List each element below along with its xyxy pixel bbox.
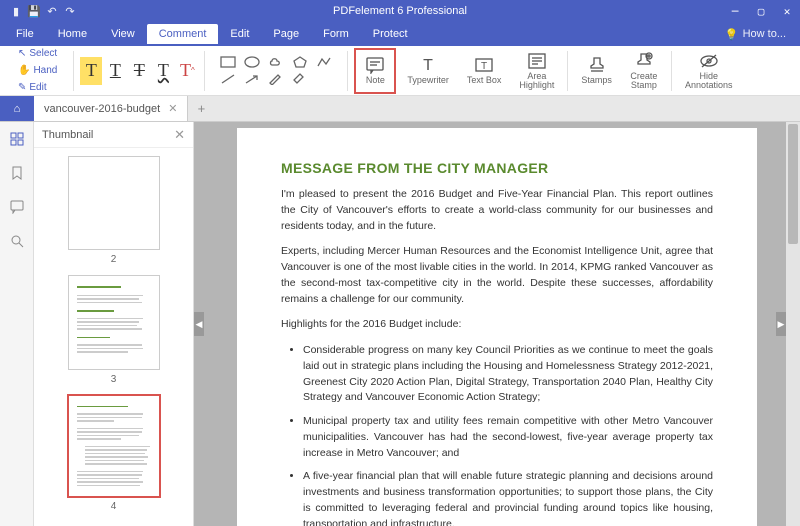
app-icon: ▮ [10, 5, 22, 17]
vertical-scrollbar[interactable] [786, 122, 800, 526]
underline-tool[interactable]: T [104, 57, 126, 85]
doc-bullet: Municipal property tax and utility fees … [303, 414, 713, 461]
pencil-icon: ✎ [18, 82, 26, 93]
doc-paragraph: I'm pleased to present the 2016 Budget a… [281, 187, 713, 234]
home-tab[interactable]: ⌂ [0, 96, 34, 121]
note-icon [365, 56, 385, 74]
arrow-shape[interactable] [241, 72, 263, 87]
svg-text:T: T [481, 61, 487, 72]
sidebar-bookmarks[interactable] [8, 164, 26, 182]
menu-comment[interactable]: Comment [147, 24, 219, 44]
svg-text:T: T [423, 57, 433, 74]
menu-protect[interactable]: Protect [361, 24, 420, 44]
doc-paragraph: Highlights for the 2016 Budget include: [281, 317, 713, 333]
doc-bullet: Considerable progress on many key Counci… [303, 343, 713, 406]
undo-icon[interactable]: ↶ [46, 5, 58, 17]
pencil-tool[interactable] [265, 72, 287, 87]
textbox-tool[interactable]: T Text Box [460, 48, 509, 94]
line-shape[interactable] [217, 72, 239, 87]
caret-tool[interactable]: T^ [176, 57, 198, 85]
hand-tool[interactable]: ✋Hand [14, 63, 61, 78]
thumbnail-page-2[interactable] [68, 156, 160, 250]
scrollbar-thumb[interactable] [788, 124, 798, 244]
edit-tool[interactable]: ✎Edit [14, 80, 61, 95]
how-to-link[interactable]: 💡 How to... [715, 28, 796, 41]
typewriter-tool[interactable]: T Typewriter [400, 48, 456, 94]
rectangle-shape[interactable] [217, 55, 239, 70]
ribbon: ↖Select ✋Hand ✎Edit T T T T T^ Note T T [0, 46, 800, 96]
document-page: MESSAGE FROM THE CITY MANAGER I'm please… [237, 128, 757, 526]
menu-view[interactable]: View [99, 24, 147, 44]
connected-lines-shape[interactable] [313, 55, 335, 70]
lightbulb-icon: 💡 [725, 28, 739, 41]
close-tab-icon[interactable]: ✕ [168, 102, 177, 115]
eraser-tool[interactable] [289, 72, 311, 87]
select-tool[interactable]: ↖Select [14, 46, 61, 61]
stamp-icon [587, 56, 607, 74]
document-viewer[interactable]: ◀ MESSAGE FROM THE CITY MANAGER I'm plea… [194, 122, 800, 526]
prev-page-arrow[interactable]: ◀ [194, 312, 204, 336]
strikethrough-tool[interactable]: T [128, 57, 150, 85]
workspace: Thumbnail ✕ 2 3 [0, 122, 800, 526]
redo-icon[interactable]: ↷ [64, 5, 76, 17]
textbox-icon: T [474, 56, 494, 74]
area-highlight-tool[interactable]: Area Highlight [512, 48, 561, 94]
close-button[interactable]: ✕ [774, 0, 800, 22]
home-icon: ⌂ [14, 103, 21, 115]
hand-icon: ✋ [18, 65, 30, 76]
polygon-shape[interactable] [289, 55, 311, 70]
sidebar-comments[interactable] [8, 198, 26, 216]
menu-home[interactable]: Home [46, 24, 99, 44]
save-icon[interactable]: 💾 [28, 5, 40, 17]
menu-page[interactable]: Page [261, 24, 311, 44]
menu-edit[interactable]: Edit [218, 24, 261, 44]
create-stamp-icon [634, 52, 654, 70]
hide-annotations-tool[interactable]: Hide Annotations [678, 48, 740, 94]
doc-bullet: A five-year financial plan that will ena… [303, 469, 713, 526]
oval-shape[interactable] [241, 55, 263, 70]
thumbnail-list[interactable]: 2 3 [34, 148, 193, 526]
hide-icon [698, 52, 720, 70]
thumbnail-page-3[interactable] [68, 275, 160, 369]
typewriter-icon: T [418, 56, 438, 74]
cursor-icon: ↖ [18, 48, 26, 59]
minimize-button[interactable]: ─ [722, 0, 748, 22]
menu-form[interactable]: Form [311, 24, 361, 44]
menu-file[interactable]: File [4, 24, 46, 44]
area-highlight-icon [527, 52, 547, 70]
title-bar: ▮ 💾 ↶ ↷ PDFelement 6 Professional ─ ▢ ✕ [0, 0, 800, 22]
left-sidebar [0, 122, 34, 526]
sidebar-thumbnails[interactable] [8, 130, 26, 148]
next-page-arrow[interactable]: ▶ [776, 312, 786, 336]
thumbnail-panel: Thumbnail ✕ 2 3 [34, 122, 194, 526]
stamps-tool[interactable]: Stamps [574, 48, 619, 94]
cloud-shape[interactable] [265, 55, 287, 70]
sidebar-search[interactable] [8, 232, 26, 250]
thumbnail-page-4[interactable] [68, 395, 160, 498]
doc-heading: MESSAGE FROM THE CITY MANAGER [281, 158, 713, 179]
squiggly-tool[interactable]: T [152, 57, 174, 85]
thumbnail-panel-title: Thumbnail [42, 129, 93, 141]
highlight-tool[interactable]: T [80, 57, 102, 85]
note-tool[interactable]: Note [354, 48, 396, 94]
app-title: PDFelement 6 Professional [333, 5, 467, 17]
document-tab[interactable]: vancouver-2016-budget ✕ [34, 96, 188, 121]
maximize-button[interactable]: ▢ [748, 0, 774, 22]
close-thumbnail-panel[interactable]: ✕ [174, 127, 185, 143]
add-tab-button[interactable]: + [188, 96, 214, 121]
create-stamp-tool[interactable]: Create Stamp [623, 48, 665, 94]
tab-strip: ⌂ vancouver-2016-budget ✕ + [0, 96, 800, 122]
menu-bar: File Home View Comment Edit Page Form Pr… [0, 22, 800, 46]
doc-paragraph: Experts, including Mercer Human Resource… [281, 244, 713, 307]
